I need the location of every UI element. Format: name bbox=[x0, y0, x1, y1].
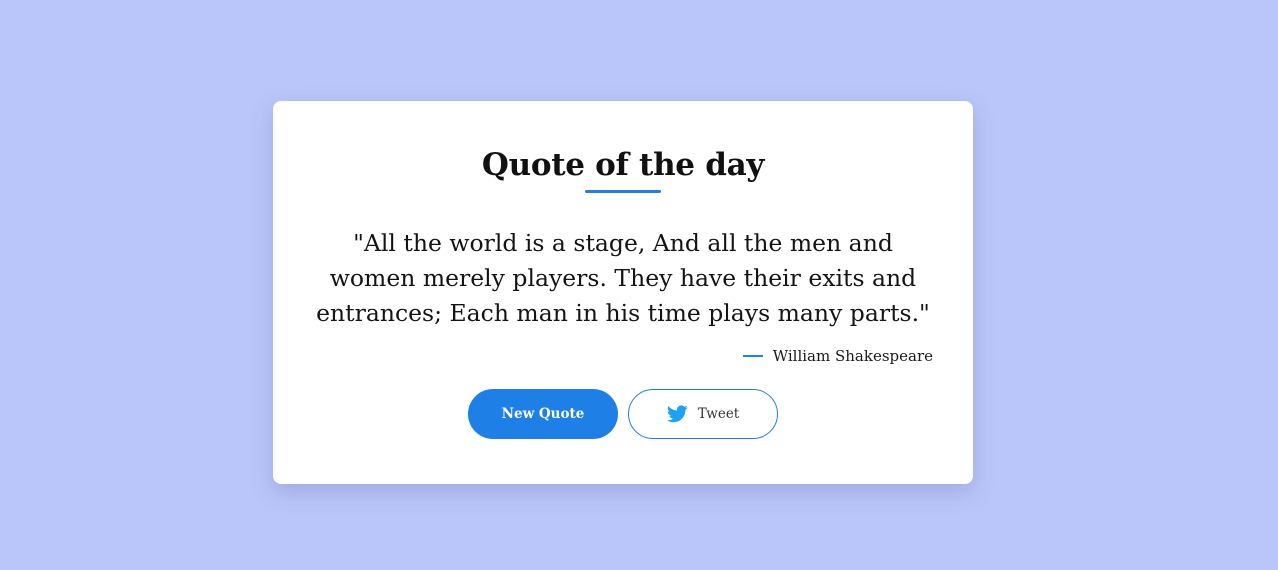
author-dash bbox=[742, 355, 763, 357]
new-quote-label: New Quote bbox=[501, 406, 585, 422]
tweet-button[interactable]: Tweet bbox=[628, 389, 778, 439]
quote-author: William Shakespeare bbox=[772, 347, 933, 365]
author-row: William Shakespeare bbox=[742, 345, 933, 367]
page-title: Quote of the day bbox=[481, 147, 765, 183]
quote-text: "All the world is a stage, And all the m… bbox=[316, 229, 930, 327]
twitter-bird-icon bbox=[666, 405, 688, 423]
tweet-label: Tweet bbox=[697, 406, 740, 422]
title-underline bbox=[585, 190, 661, 193]
quote-card: Quote of the day "All the world is a sta… bbox=[273, 101, 973, 484]
new-quote-button[interactable]: New Quote bbox=[468, 389, 618, 439]
